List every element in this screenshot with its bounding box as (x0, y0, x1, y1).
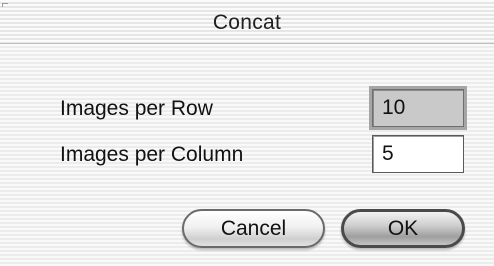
images-per-row-input[interactable] (372, 89, 464, 127)
images-per-column-input[interactable] (372, 135, 464, 173)
images-per-column-label: Images per Column (60, 143, 244, 166)
concat-dialog: Concat Images per Row Images per Column … (0, 0, 494, 266)
dialog-title: Concat (212, 11, 282, 34)
cancel-button[interactable]: Cancel (182, 209, 325, 248)
images-per-row-label: Images per Row (60, 97, 213, 120)
window-corner-mark (2, 3, 8, 7)
ok-button[interactable]: OK (341, 209, 465, 248)
title-bar[interactable]: Concat (0, 0, 494, 44)
